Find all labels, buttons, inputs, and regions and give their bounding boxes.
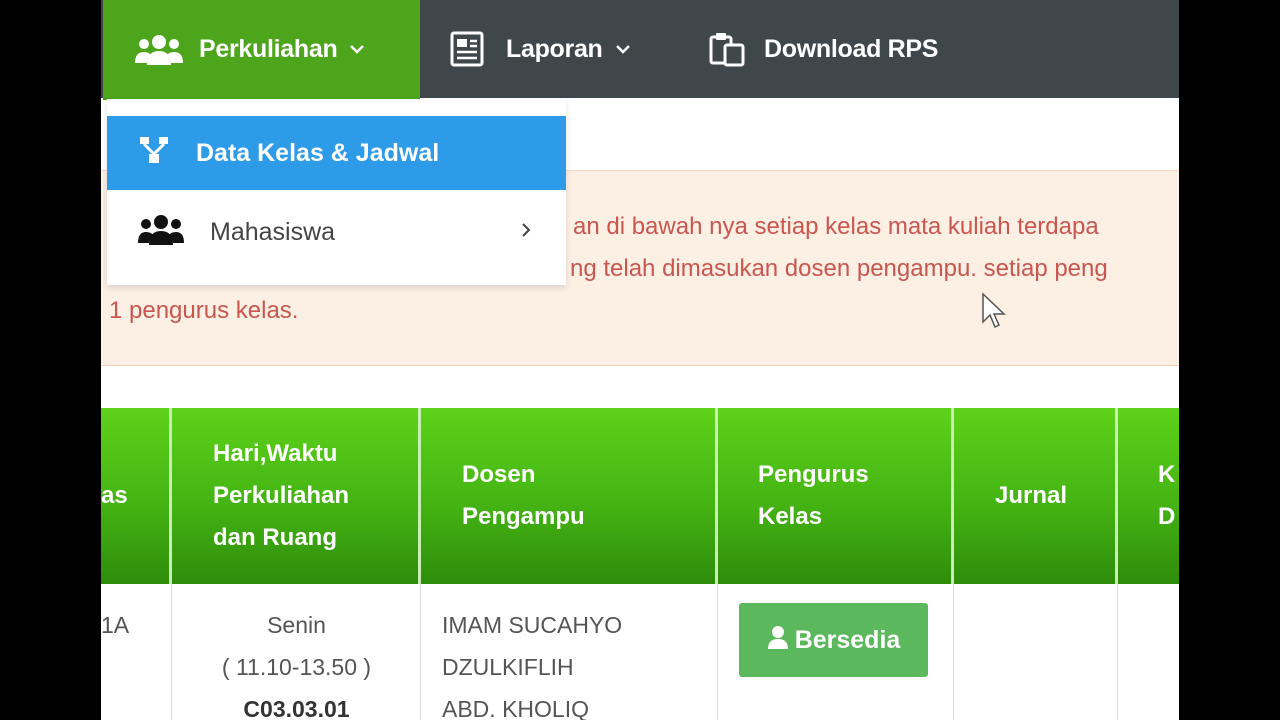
nav-laporan-label: Laporan [506,34,603,63]
chevron-down-icon [349,43,365,55]
menu-item-mahasiswa-label: Mahasiswa [210,217,336,246]
menu-item-data-kelas-jadwal-label: Data Kelas & Jadwal [196,138,440,167]
cell-kelas: 1A [101,584,172,720]
users-icon [138,213,184,252]
cell-jurnal [954,584,1118,720]
chevron-down-icon [615,43,631,55]
nav-download-rps-label: Download RPS [764,34,939,63]
cell-dosen-pengampu: IMAM SUCAHYO DZULKIFLIH ABD. KHOLIQ [421,584,718,720]
app-viewport: Perkuliahan Laporan Download RPS Data Ke… [101,0,1179,720]
bersedia-button[interactable]: Bersedia [739,603,928,677]
bersedia-button-label: Bersedia [794,625,901,654]
column-header-dosen-pengampu: Dosen Pengampu [421,408,718,584]
column-header-next: K D [1158,461,1176,530]
alert-line-3: 1 pengurus kelas. [109,297,299,324]
clipboard-copy-icon [708,31,746,67]
user-icon [767,625,789,656]
column-header-kelas: as [101,408,172,584]
sitemap-icon [136,134,172,173]
users-group-icon [135,33,183,65]
nav-perkuliahan[interactable]: Perkuliahan [103,0,420,100]
mouse-cursor-icon [981,292,1007,335]
nav-perkuliahan-label: Perkuliahan [199,34,338,63]
column-header-pengurus-kelas: Pengurus Kelas [718,408,954,584]
perkuliahan-dropdown-menu: Data Kelas & Jadwal Mahasiswa [107,99,566,285]
nav-laporan[interactable]: Laporan [450,0,631,98]
column-header-jurnal: Jurnal [954,408,1118,584]
chevron-right-icon [519,219,533,248]
nav-download-rps[interactable]: Download RPS [708,0,938,98]
report-icon [450,31,484,67]
cell-hari-waktu: Senin ( 11.10-13.50 ) C03.03.01 [172,584,421,720]
column-header-hari-waktu: Hari,Waktu Perkuliahan dan Ruang [172,408,421,584]
menu-item-data-kelas-jadwal[interactable]: Data Kelas & Jadwal [107,116,566,190]
alert-line-2: ng telah dimasukan dosen pengampu. setia… [570,255,1108,282]
table-row: 1A Senin ( 11.10-13.50 ) C03.03.01 IMAM … [101,584,1179,720]
top-navbar: Perkuliahan Laporan Download RPS [101,0,1179,100]
alert-line-1: an di bawah nya setiap kelas mata kuliah… [573,213,1099,240]
menu-item-mahasiswa[interactable]: Mahasiswa [107,195,566,269]
cell-next [1118,584,1179,720]
table-header: as Hari,Waktu Perkuliahan dan Ruang Dose… [101,408,1179,584]
